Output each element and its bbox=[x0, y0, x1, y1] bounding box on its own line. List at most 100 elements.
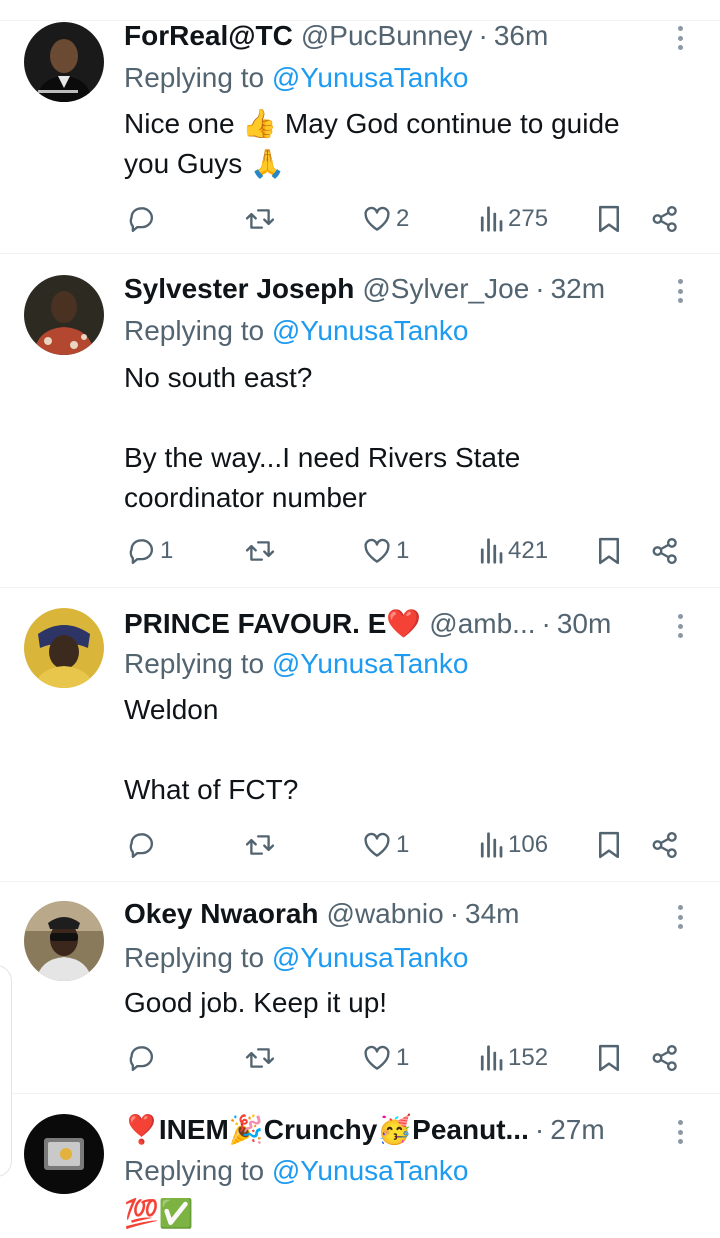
replying-to-label: Replying to bbox=[124, 942, 265, 973]
tweet-header: Okey Nwaorah @wabnio · 34m bbox=[124, 896, 660, 932]
retweet-button[interactable] bbox=[244, 199, 276, 239]
reply-count: 1 bbox=[160, 537, 174, 564]
share-button[interactable] bbox=[650, 199, 680, 239]
timestamp[interactable]: 32m bbox=[551, 271, 605, 307]
display-name[interactable]: Okey Nwaorah bbox=[124, 896, 319, 932]
heart-icon bbox=[364, 206, 390, 231]
reply-button[interactable]: 1 bbox=[126, 531, 173, 571]
edge-panel-handle[interactable] bbox=[0, 965, 12, 1177]
tweet-text-line: you Guys 🙏 bbox=[124, 148, 285, 179]
timestamp[interactable]: 30m bbox=[557, 606, 611, 642]
avatar[interactable] bbox=[24, 275, 104, 355]
bookmark-icon bbox=[599, 831, 619, 859]
replying-to-mention[interactable]: @YunusaTanko bbox=[272, 942, 469, 973]
views-button[interactable]: 106 bbox=[478, 825, 548, 865]
replying-to: Replying to @YunusaTanko bbox=[124, 1153, 468, 1189]
views-bar-chart-icon bbox=[480, 832, 503, 858]
like-button[interactable]: 1 bbox=[362, 825, 409, 865]
tweet-header: ❣️INEM🎉Crunchy🥳Peanut... · 27m bbox=[124, 1112, 660, 1148]
reply-button[interactable] bbox=[126, 199, 160, 239]
retweet-icon bbox=[245, 209, 275, 229]
retweet-button[interactable] bbox=[244, 1038, 276, 1078]
avatar[interactable] bbox=[24, 901, 104, 981]
bookmark-button[interactable] bbox=[596, 531, 622, 571]
user-handle[interactable]: @PucBunney bbox=[301, 18, 473, 54]
more-vertical-icon[interactable] bbox=[670, 1117, 690, 1147]
tweet-header: PRINCE FAVOUR. E❤️ @amb... · 30m bbox=[124, 606, 660, 642]
timestamp[interactable]: 36m bbox=[494, 18, 548, 54]
views-button[interactable]: 421 bbox=[478, 531, 548, 571]
like-button[interactable]: 2 bbox=[362, 199, 409, 239]
tweet-actions: 1 152 bbox=[0, 1038, 720, 1078]
more-vertical-icon[interactable] bbox=[670, 611, 690, 641]
like-button[interactable]: 1 bbox=[362, 1038, 409, 1078]
replying-to-mention[interactable]: @YunusaTanko bbox=[272, 1155, 469, 1186]
reply-button[interactable] bbox=[126, 825, 160, 865]
heart-icon bbox=[364, 832, 390, 857]
replying-to-label: Replying to bbox=[124, 62, 265, 93]
user-handle[interactable]: @amb... bbox=[429, 606, 535, 642]
user-handle[interactable]: @wabnio bbox=[327, 896, 444, 932]
tweet-header: Sylvester Joseph @Sylver_Joe · 32m bbox=[124, 271, 660, 307]
display-name[interactable]: Sylvester Joseph bbox=[124, 271, 354, 307]
views-button[interactable]: 275 bbox=[478, 199, 548, 239]
reply-icon bbox=[129, 539, 154, 565]
reply-tweet[interactable]: PRINCE FAVOUR. E❤️ @amb... · 30m Replyin… bbox=[0, 588, 720, 882]
retweet-icon bbox=[245, 1048, 275, 1068]
replying-to-mention[interactable]: @YunusaTanko bbox=[272, 315, 469, 346]
avatar[interactable] bbox=[24, 22, 104, 102]
reply-button[interactable] bbox=[126, 1038, 160, 1078]
bookmark-button[interactable] bbox=[596, 825, 622, 865]
share-button[interactable] bbox=[650, 825, 680, 865]
reply-tweet[interactable]: Okey Nwaorah @wabnio · 34m Replying to @… bbox=[0, 882, 720, 1094]
tweet-text-line bbox=[124, 730, 690, 770]
bookmark-button[interactable] bbox=[596, 199, 622, 239]
timestamp[interactable]: 34m bbox=[465, 896, 519, 932]
like-count: 1 bbox=[396, 831, 410, 858]
display-name[interactable]: ❣️INEM🎉Crunchy🥳Peanut... bbox=[124, 1112, 529, 1148]
retweet-icon bbox=[245, 835, 275, 855]
timestamp[interactable]: 27m bbox=[550, 1112, 604, 1148]
tweet-text: Nice one 👍 May God continue to guide you… bbox=[124, 104, 690, 184]
reply-icon bbox=[129, 1046, 154, 1072]
share-icon bbox=[652, 1044, 677, 1072]
bookmark-icon bbox=[599, 537, 619, 565]
views-bar-chart-icon bbox=[480, 1045, 503, 1071]
bookmark-button[interactable] bbox=[596, 1038, 622, 1078]
dot-separator: · bbox=[534, 1114, 545, 1145]
display-name[interactable]: ForReal@TC bbox=[124, 18, 293, 54]
reply-tweet[interactable]: Sylvester Joseph @Sylver_Joe · 32m Reply… bbox=[0, 254, 720, 588]
replying-to-label: Replying to bbox=[124, 1155, 265, 1186]
more-vertical-icon[interactable] bbox=[670, 23, 690, 53]
avatar[interactable] bbox=[24, 608, 104, 688]
retweet-button[interactable] bbox=[244, 825, 276, 865]
replying-to: Replying to @YunusaTanko bbox=[124, 313, 468, 349]
tweet-actions: 1 106 bbox=[0, 825, 720, 865]
tweet-text-line: Good job. Keep it up! bbox=[124, 987, 388, 1018]
tweet-text-line: Nice one 👍 May God continue to guide bbox=[124, 108, 620, 139]
views-bar-chart-icon bbox=[480, 206, 503, 232]
user-handle[interactable]: @Sylver_Joe bbox=[362, 271, 529, 307]
reply-icon bbox=[129, 207, 154, 233]
tweet-text-line: What of FCT? bbox=[124, 774, 299, 805]
reply-tweet[interactable]: ❣️INEM🎉Crunchy🥳Peanut... · 27m Replying … bbox=[0, 1094, 720, 1238]
tweet-text-line: coordinator number bbox=[124, 482, 367, 513]
display-name[interactable]: PRINCE FAVOUR. E❤️ bbox=[124, 606, 421, 642]
views-button[interactable]: 152 bbox=[478, 1038, 548, 1078]
share-button[interactable] bbox=[650, 531, 680, 571]
dot-separator: · bbox=[535, 273, 545, 304]
share-button[interactable] bbox=[650, 1038, 680, 1078]
retweet-button[interactable] bbox=[244, 531, 276, 571]
like-button[interactable]: 1 bbox=[362, 531, 409, 571]
replying-to-mention[interactable]: @YunusaTanko bbox=[272, 648, 469, 679]
bookmark-icon bbox=[599, 1044, 619, 1072]
replying-to: Replying to @YunusaTanko bbox=[124, 60, 468, 96]
replying-to-mention[interactable]: @YunusaTanko bbox=[272, 62, 469, 93]
reply-tweet[interactable]: ForReal@TC @PucBunney · 36m Replying to … bbox=[0, 0, 720, 254]
dot-separator: · bbox=[541, 608, 551, 639]
avatar[interactable] bbox=[24, 1114, 104, 1194]
more-vertical-icon[interactable] bbox=[670, 276, 690, 306]
tweet-text: No south east? By the way...I need River… bbox=[124, 358, 690, 518]
more-vertical-icon[interactable] bbox=[670, 902, 690, 932]
view-count: 421 bbox=[508, 537, 549, 564]
